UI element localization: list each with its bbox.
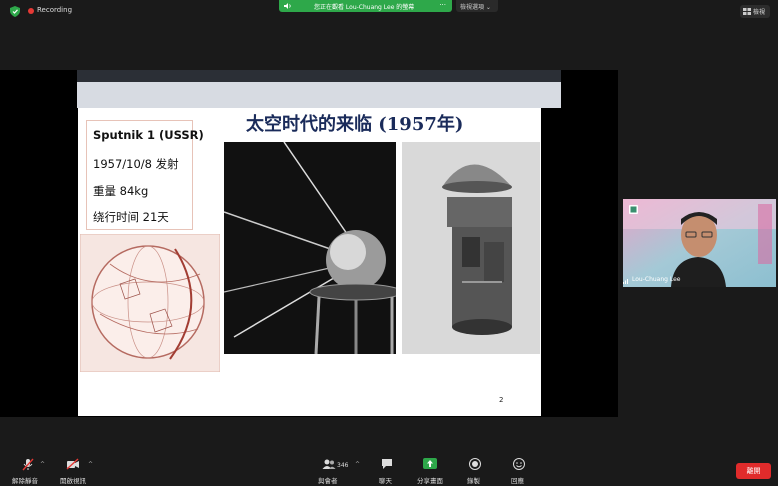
video-off-icon: [66, 458, 79, 470]
record-label: 錄製: [467, 477, 480, 485]
leave-meeting-button[interactable]: 離開: [736, 463, 771, 479]
slide-page-number: 2: [499, 396, 504, 404]
participants-options-caret[interactable]: ^: [355, 461, 360, 468]
recording-dot-icon: [28, 8, 34, 14]
speaker-icon: [284, 3, 291, 9]
presentation-window-strip: [77, 70, 561, 108]
unmute-options-caret[interactable]: ^: [40, 461, 45, 468]
info-weight: 重量 84kg: [93, 184, 149, 198]
unmute-label: 解除靜音: [12, 477, 38, 485]
record-icon: [469, 458, 481, 470]
chat-button[interactable]: 聊天: [376, 456, 398, 486]
reactions-smiley-icon: [513, 458, 525, 470]
grid-view-icon: [743, 8, 751, 15]
view-button[interactable]: 檢視: [740, 5, 770, 18]
start-video-label: 開啟視訊: [60, 477, 86, 485]
connection-signal-icon: [623, 279, 628, 284]
presentation-title-bar: [77, 70, 561, 82]
orbit-globe-image: [80, 234, 220, 372]
shield-icon[interactable]: [10, 6, 20, 17]
share-screen-label: 分享畫面: [417, 477, 443, 485]
view-options-label: 檢視選項 ⌄: [460, 4, 491, 11]
view-options-dropdown[interactable]: 檢視選項 ⌄: [456, 0, 498, 12]
participants-count: 346: [337, 462, 349, 469]
sputnik-photo: [224, 142, 396, 354]
leave-meeting-label: 離開: [746, 467, 761, 475]
reactions-button[interactable]: 回應: [508, 456, 530, 486]
sputnik-interior-photo: [402, 142, 540, 354]
info-name: Sputnik 1 (USSR): [93, 128, 204, 142]
share-screen-icon: [423, 458, 437, 469]
info-launch-date: 1957/10/8 发射: [93, 157, 179, 171]
chat-icon: [382, 459, 392, 469]
sputnik-info-box: Sputnik 1 (USSR) 1957/10/8 发射 重量 84kg 绕行…: [86, 120, 204, 230]
share-banner-text: 您正在觀看 Lou-Chuang Lee 的螢幕: [314, 4, 415, 11]
top-bar: Recording 您正在觀看 Lou-Chuang Lee 的螢幕 ··· 檢…: [0, 0, 778, 24]
presentation-slide: 太空时代的来临 (1957年) Sputnik 1 (USSR) 1957/10…: [78, 108, 541, 416]
chat-label: 聊天: [379, 477, 392, 485]
unmute-button[interactable]: ^ 解除靜音: [10, 456, 50, 486]
share-banner-menu-icon[interactable]: ···: [439, 1, 446, 9]
record-button[interactable]: 錄製: [464, 456, 486, 486]
video-feed-image: [623, 199, 776, 287]
participant-name: Lou-Chuang Lee: [632, 276, 681, 283]
start-video-button[interactable]: ^ 開啟視訊: [58, 456, 98, 486]
info-orbit-time: 绕行时间 21天: [93, 210, 169, 224]
participants-icon: [322, 459, 336, 469]
participants-label: 與會者: [318, 477, 338, 485]
slide-title: 太空时代的来临 (1957年): [246, 114, 464, 135]
reactions-label: 回應: [511, 477, 524, 485]
participant-video-tile[interactable]: Lou-Chuang Lee: [623, 199, 776, 287]
meeting-toolbar: ^ 解除靜音 ^ 開啟視訊 346 ^ 與會者 聊天 分享畫面 錄製 回應: [0, 456, 778, 486]
video-options-caret[interactable]: ^: [88, 461, 93, 468]
screen-share-banner[interactable]: 您正在觀看 Lou-Chuang Lee 的螢幕 ···: [279, 0, 452, 12]
share-screen-button[interactable]: 分享畫面: [416, 456, 444, 486]
view-button-label: 檢視: [753, 9, 766, 16]
muted-microphone-icon: [22, 458, 34, 471]
recording-label: Recording: [37, 6, 73, 14]
participants-button[interactable]: 346 ^ 與會者: [316, 456, 364, 486]
